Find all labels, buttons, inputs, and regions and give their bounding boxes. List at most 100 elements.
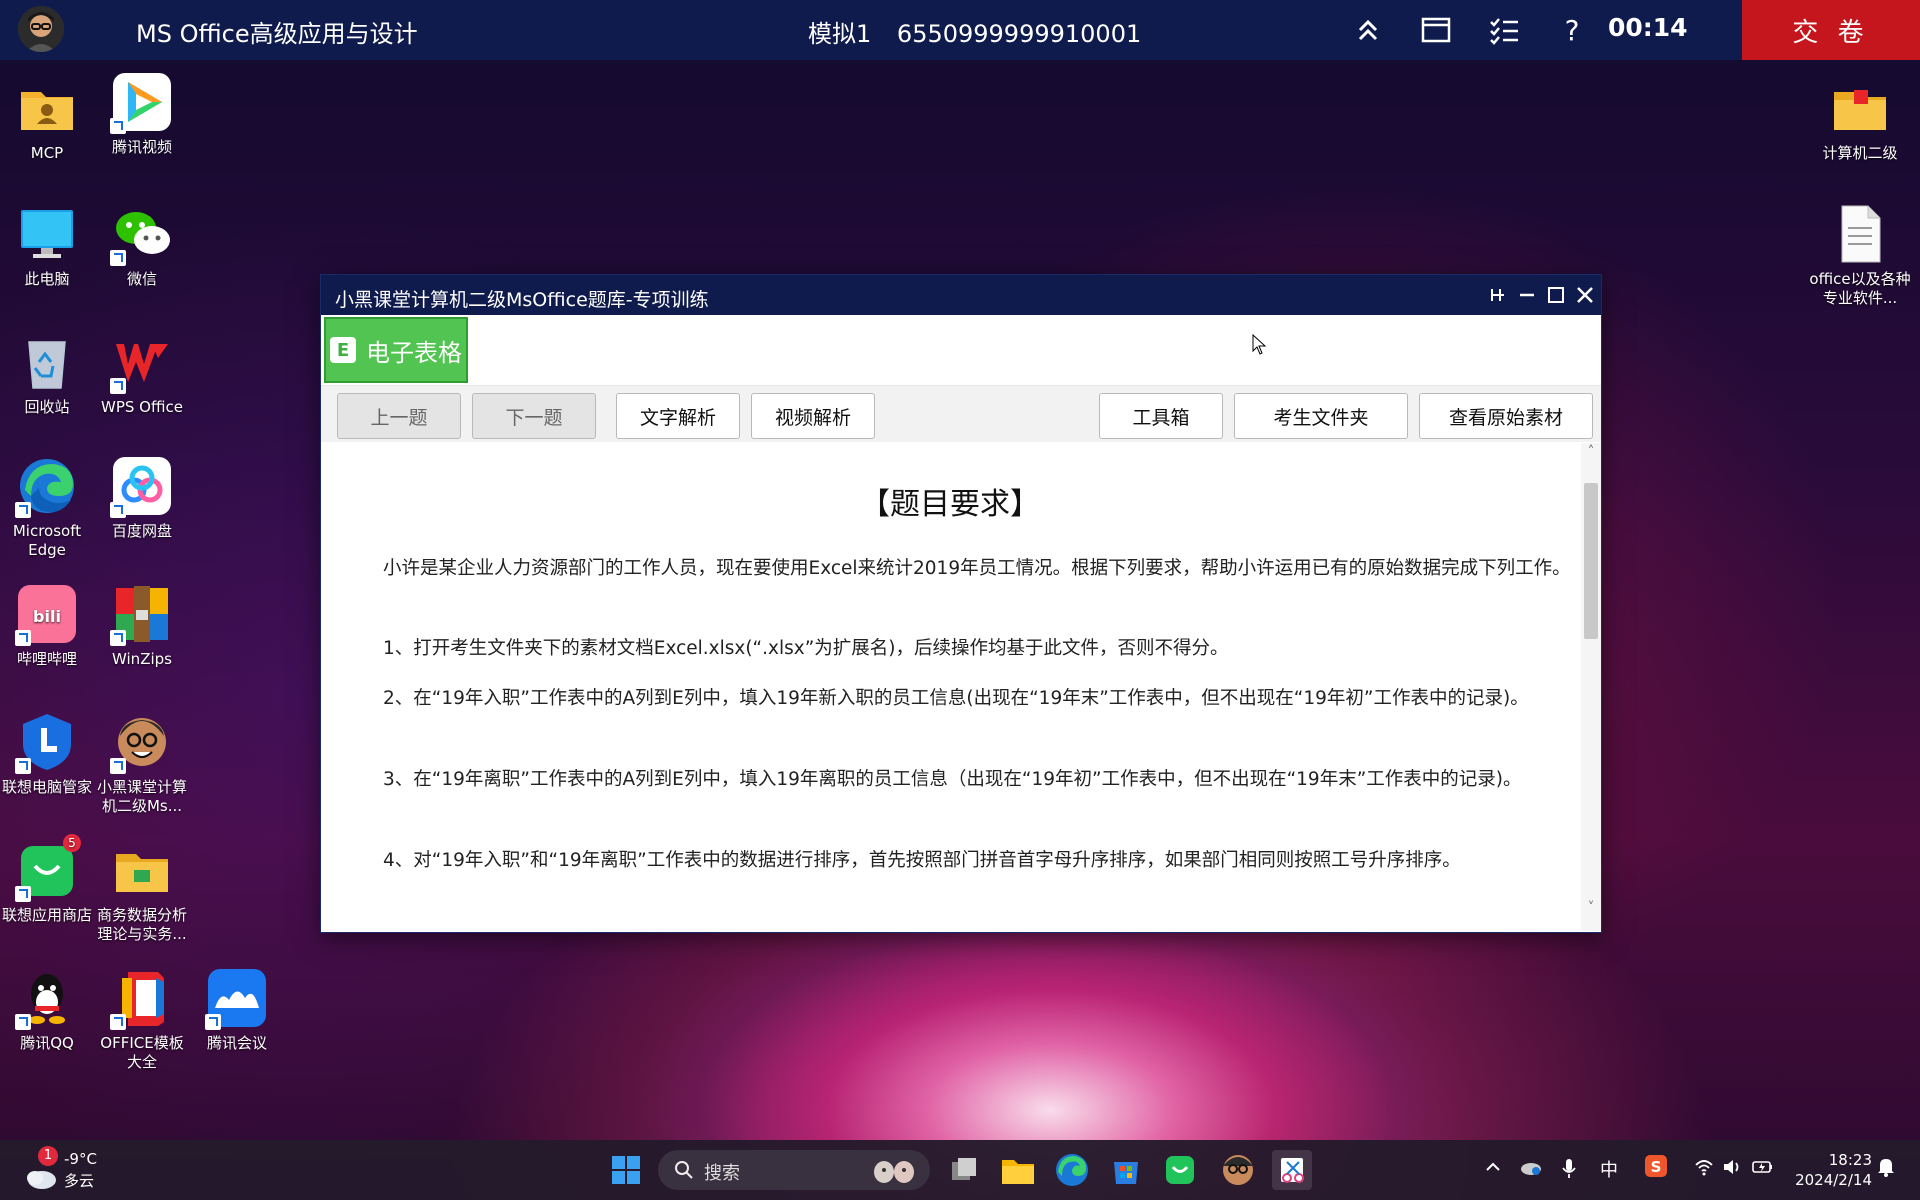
desktop-icon-mcp[interactable]: MCP	[0, 78, 95, 163]
search-icon	[675, 1161, 693, 1179]
desktop-icon-this-pc[interactable]: 此电脑	[0, 204, 95, 289]
desktop-icon-business-folder[interactable]: 商务数据分析理论与实务...	[94, 840, 190, 944]
text-analysis-button[interactable]: 文字解析	[616, 393, 740, 439]
prev-question-button[interactable]: 上一题	[337, 393, 461, 439]
desktop-icon-qq[interactable]: 腾讯QQ	[0, 968, 95, 1053]
shortcut-arrow-icon	[15, 502, 31, 518]
tencent-video-icon	[110, 72, 172, 134]
question-heading: 【题目要求】	[860, 487, 1040, 522]
volume-icon[interactable]	[1722, 1158, 1742, 1180]
desktop-icon-office-software[interactable]: office以及各种专业软件...	[1804, 204, 1916, 308]
toolbox-button[interactable]: 工具箱	[1099, 393, 1223, 439]
onedrive-icon[interactable]	[1518, 1158, 1542, 1180]
user-avatar[interactable]	[18, 6, 64, 52]
store-icon[interactable]	[1106, 1150, 1146, 1190]
desktop-icon-xiaohei[interactable]: 小黑课堂计算机二级Ms...	[94, 712, 190, 816]
desktop-icon-bilibili[interactable]: bili 哔哩哔哩	[0, 584, 95, 669]
desktop-icon-lenovo-manager[interactable]: 联想电脑管家	[0, 712, 95, 797]
file-explorer-icon[interactable]	[998, 1150, 1038, 1190]
close-icon[interactable]	[1573, 283, 1597, 307]
desktop-icon-label: Microsoft Edge	[12, 522, 82, 559]
system-clock[interactable]: 18:23 2024/2/14	[1792, 1150, 1872, 1190]
desktop-icon-winzips[interactable]: WinZips	[94, 584, 190, 669]
office-icon	[110, 968, 172, 1030]
scroll-up-icon[interactable]: ˄	[1584, 445, 1598, 459]
desktop-icon-tencent-video[interactable]: 腾讯视频	[94, 72, 190, 157]
svg-text:?: ?	[1565, 14, 1580, 47]
desktop-icon-label: 小黑课堂计算机二级Ms...	[96, 778, 187, 815]
desktop-icon-edge[interactable]: Microsoft Edge	[0, 456, 95, 560]
recycle-bin-icon	[17, 332, 77, 392]
monitor-icon	[17, 204, 77, 264]
snipping-tool-icon[interactable]	[1272, 1150, 1312, 1190]
folder-user-icon	[17, 78, 77, 138]
tray-overflow-icon[interactable]	[1484, 1158, 1502, 1180]
clock-time: 18:23	[1828, 1151, 1872, 1169]
desktop-icon-label: WPS Office	[101, 398, 183, 416]
ime-indicator[interactable]: 中	[1600, 1156, 1618, 1182]
battery-icon[interactable]	[1752, 1158, 1774, 1180]
scrollbar-thumb[interactable]	[1584, 483, 1598, 639]
content-scrollbar[interactable]: ˄ ˅	[1581, 443, 1601, 931]
taskbar-search-box[interactable]: 搜索	[658, 1150, 930, 1190]
document-icon	[1830, 204, 1890, 264]
question-bank-window: 小黑课堂计算机二级MsOffice题库-专项训练 E 电子表格 上一题 下一题 …	[320, 274, 1602, 933]
next-question-button[interactable]: 下一题	[472, 393, 596, 439]
minimize-icon[interactable]	[1515, 283, 1539, 307]
start-button[interactable]	[606, 1150, 646, 1190]
checklist-icon[interactable]	[1486, 12, 1522, 48]
collapse-up-icon[interactable]	[1350, 12, 1386, 48]
help-icon[interactable]: ?	[1554, 12, 1590, 48]
bilibili-icon: bili	[15, 584, 77, 646]
countdown-timer: 00:14	[1608, 13, 1688, 42]
scroll-down-icon[interactable]: ˅	[1584, 901, 1598, 915]
desktop-icon-baidu-netdisk[interactable]: 百度网盘	[94, 456, 190, 541]
wifi-icon[interactable]	[1694, 1158, 1714, 1180]
window-icon[interactable]	[1418, 12, 1454, 48]
desktop-icon-wechat[interactable]: 微信	[94, 204, 190, 289]
microphone-icon[interactable]	[1560, 1158, 1578, 1184]
desktop-icon-lenovo-store[interactable]: 5 联想应用商店	[0, 834, 95, 925]
qq-icon	[15, 968, 77, 1030]
temperature: -9°C	[64, 1150, 97, 1168]
desktop-icon-label: 此电脑	[24, 270, 70, 288]
exam-mode: 模拟1	[808, 20, 872, 48]
tencent-meeting-icon	[205, 968, 267, 1030]
window-title: 小黑课堂计算机二级MsOffice题库-专项训练	[335, 289, 709, 311]
view-original-material-button[interactable]: 查看原始素材	[1419, 393, 1593, 439]
student-folder-button[interactable]: 考生文件夹	[1234, 393, 1408, 439]
window-title-bar[interactable]: 小黑课堂计算机二级MsOffice题库-专项训练	[321, 275, 1601, 315]
search-placeholder: 搜索	[704, 1163, 740, 1184]
pin-icon[interactable]	[1486, 283, 1510, 307]
submit-exam-button[interactable]: 交 卷	[1742, 0, 1920, 60]
shortcut-arrow-icon	[110, 758, 126, 774]
question-paragraph: 小许是某企业人力资源部门的工作人员，现在要使用Excel来统计2019年员工情况…	[383, 558, 1571, 579]
desktop-icon-label: MCP	[30, 144, 64, 162]
desktop-icon-wps[interactable]: WPS Office	[94, 332, 190, 417]
notification-bell-icon[interactable]	[1876, 1156, 1896, 1182]
maximize-icon[interactable]	[1544, 283, 1568, 307]
desktop-icon-computer-level2[interactable]: 计算机二级	[1804, 78, 1916, 163]
question-paragraph: 1、打开考生文件夹下的素材文档Excel.xlsx(“.xlsx”为扩展名)，后…	[383, 638, 1229, 659]
desktop-icon-label: office以及各种专业软件...	[1809, 270, 1911, 307]
desktop-icon-recycle-bin[interactable]: 回收站	[0, 332, 95, 417]
xiaohei-avatar-icon	[110, 712, 172, 774]
desktop-icon-label: 腾讯视频	[111, 138, 172, 156]
edge-taskbar-icon[interactable]	[1052, 1150, 1092, 1190]
question-toolbar: 上一题 下一题 文字解析 视频解析 工具箱 考生文件夹 查看原始素材	[321, 386, 1601, 442]
shortcut-arrow-icon	[15, 886, 31, 902]
exam-info: 模拟1 6550999999910001	[808, 14, 1141, 49]
baidu-netdisk-icon	[110, 456, 172, 518]
xiaohei-taskbar-icon[interactable]	[1218, 1150, 1258, 1190]
desktop-icon-tencent-meeting[interactable]: 腾讯会议	[189, 968, 285, 1053]
svg-text:S: S	[1651, 1158, 1662, 1176]
tab-spreadsheet[interactable]: E 电子表格	[324, 317, 468, 383]
shortcut-arrow-icon	[15, 630, 31, 646]
video-analysis-button[interactable]: 视频解析	[751, 393, 875, 439]
lenovo-store-taskbar-icon[interactable]	[1160, 1150, 1200, 1190]
task-view-icon[interactable]	[944, 1150, 984, 1190]
desktop-icon-office-templates[interactable]: OFFICE模板大全	[94, 968, 190, 1072]
sogou-ime-icon[interactable]: S	[1644, 1154, 1668, 1182]
weather-widget[interactable]: 1 -9°C 多云	[22, 1146, 112, 1194]
tab-label: 电子表格	[366, 338, 462, 367]
